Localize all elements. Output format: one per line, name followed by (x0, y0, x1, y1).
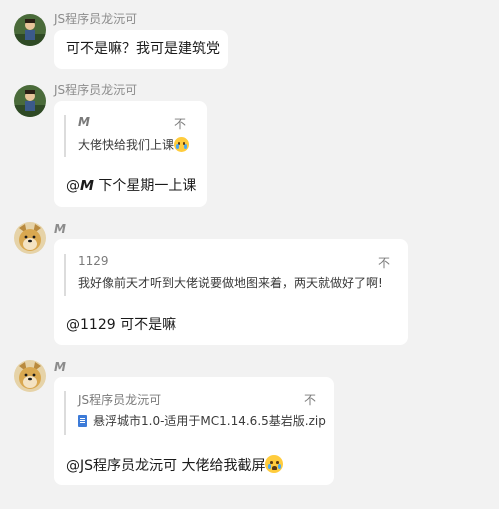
quoted-file[interactable]: 悬浮城市1.0-适用于MC1.14.6.5基岩版.zip (78, 413, 326, 429)
quote-close-icon[interactable]: 不 (304, 391, 316, 408)
sender-name: JS程序员龙沅可 (54, 83, 138, 97)
loudly-crying-face-emoji-icon (265, 455, 284, 473)
avatar[interactable] (14, 85, 46, 117)
sender-name: 𝙈 (54, 360, 66, 374)
reply-line: @𝙈 下个星期一上课 (66, 177, 196, 195)
mention[interactable]: @1129 (66, 317, 116, 333)
quoted-text: 大佬快给我们上课 (78, 137, 190, 153)
avatar[interactable] (14, 222, 46, 254)
quoted-text-content: 大佬快给我们上课 (78, 138, 175, 152)
message-bubble[interactable]: 𝙈 不 大佬快给我们上课 @𝙈 下个星期一上课 (54, 101, 207, 207)
reply-text: 下个星期一上课 (98, 178, 197, 194)
reply-text: 可不是嘛 (120, 317, 177, 333)
avatar[interactable] (14, 360, 46, 392)
sender-name: 𝙈 (54, 222, 66, 236)
quoted-message[interactable]: 𝙈 不 大佬快给我们上课 (64, 115, 196, 157)
message-text: 可不是嘛？我可是建筑党 (66, 41, 220, 57)
quoted-author: JS程序员龙沅可 (78, 393, 162, 407)
mention[interactable]: @JS程序员龙沅可 (66, 458, 177, 474)
sender-name: JS程序员龙沅可 (54, 12, 138, 26)
loudly-crying-face-emoji-icon (174, 137, 190, 152)
reply-text: 大佬给我截屏 (181, 458, 266, 474)
message-bubble[interactable]: 1129 不 我好像前天才听到大佬说要做地图来着，两天就做好了啊! @1129 … (54, 239, 408, 345)
mention[interactable]: @𝙈 (66, 178, 94, 194)
quoted-author: 𝙈 (78, 115, 90, 129)
quoted-text: 我好像前天才听到大佬说要做地图来着，两天就做好了啊! (78, 276, 383, 290)
quoted-message[interactable]: JS程序员龙沅可 不 悬浮城市1.0-适用于MC1.14.6.5基岩版.zip (64, 391, 326, 435)
quoted-message[interactable]: 1129 不 我好像前天才听到大佬说要做地图来着，两天就做好了啊! (64, 254, 390, 296)
quoted-file-name: 悬浮城市1.0-适用于MC1.14.6.5基岩版.zip (93, 414, 326, 428)
reply-line: @1129 可不是嘛 (66, 316, 176, 334)
message-bubble[interactable]: 可不是嘛？我可是建筑党 (54, 30, 228, 69)
reply-line: @JS程序员龙沅可 大佬给我截屏 (66, 455, 284, 475)
file-icon (78, 415, 87, 427)
avatar[interactable] (14, 14, 46, 46)
quote-close-icon[interactable]: 不 (378, 254, 390, 271)
quote-close-icon[interactable]: 不 (174, 115, 186, 132)
quoted-author: 1129 (78, 254, 109, 268)
message-bubble[interactable]: JS程序员龙沅可 不 悬浮城市1.0-适用于MC1.14.6.5基岩版.zip … (54, 377, 334, 485)
